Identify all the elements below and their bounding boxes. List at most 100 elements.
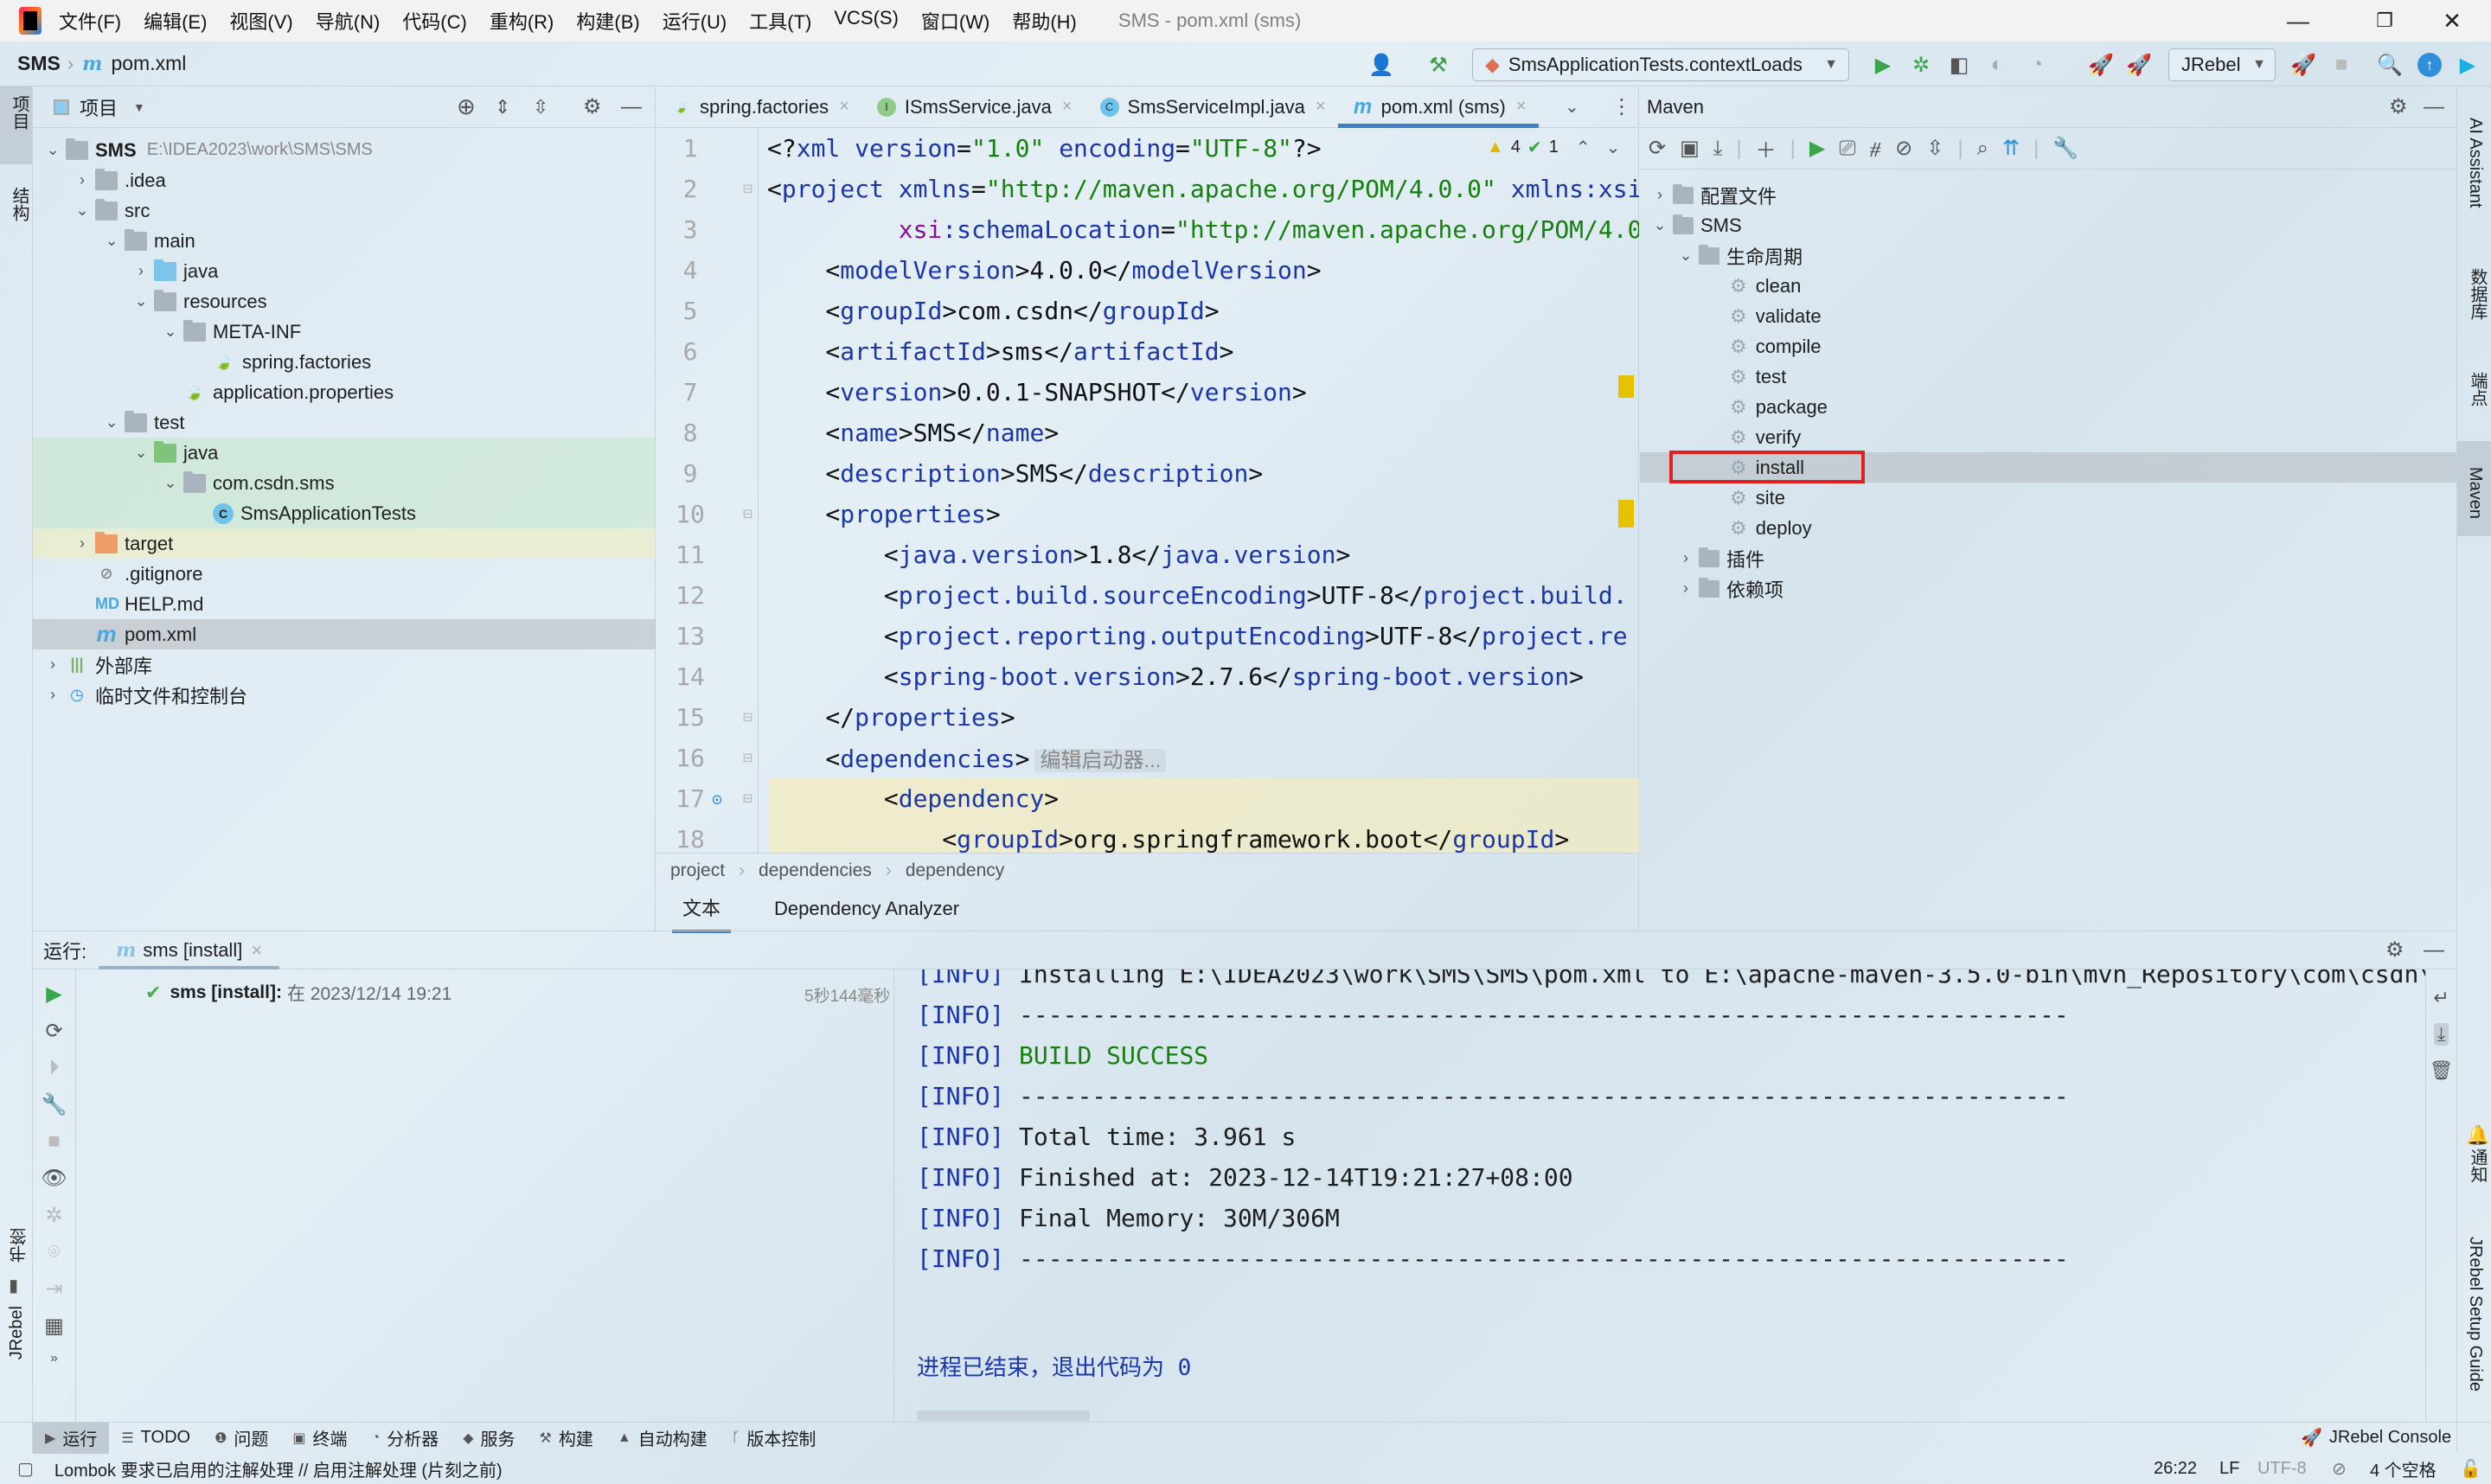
user-icon[interactable]: 👤 [1367, 50, 1396, 80]
maven-tree-item[interactable]: ⚙ package [1640, 392, 2456, 422]
more-icon[interactable]: » [50, 1351, 58, 1366]
close-button[interactable]: ✕ [2413, 0, 2491, 42]
hide-icon[interactable]: — [2424, 95, 2444, 119]
menu-item[interactable]: 帮助(H) [1012, 7, 1077, 35]
caret-position[interactable]: 26:22 [2154, 1459, 2197, 1479]
project-view-selector[interactable]: 项目 [80, 93, 118, 121]
tree-item[interactable]: MD HELP.md [33, 589, 656, 619]
run-maven-icon[interactable]: ▶ [1809, 136, 1825, 161]
locate-icon[interactable]: ⊕ [457, 93, 476, 120]
menu-item[interactable]: 代码(C) [402, 7, 467, 35]
fold-marker-icon[interactable]: ⊟ [743, 505, 752, 523]
maven-tree-item[interactable]: ⚙ test [1640, 361, 2456, 392]
menu-item[interactable]: 重构(R) [490, 7, 554, 35]
menu-item[interactable]: 构建(B) [576, 7, 639, 35]
menu-item[interactable]: 导航(N) [316, 7, 381, 35]
chevron-down-icon[interactable]: ▼ [133, 100, 145, 114]
assistant-logo-icon[interactable]: ▶ [2453, 50, 2482, 80]
maven-tool-tab[interactable]: Maven [2457, 441, 2491, 536]
tree-item[interactable]: ⌄ com.csdn.sms [33, 468, 656, 498]
tabs-dropdown-icon[interactable]: ⌄ [1565, 96, 1579, 118]
toggle-offline-icon[interactable]: ⧣ [1870, 137, 1882, 161]
tree-item[interactable]: › ◷ 临时文件和控制台 [33, 680, 656, 710]
collapse-all-icon[interactable]: ⇳ [533, 96, 548, 118]
tree-item[interactable]: C SmsApplicationTests [33, 498, 656, 528]
chevron-down-icon[interactable]: ⌄ [163, 474, 178, 492]
menu-item[interactable]: 视图(V) [229, 7, 292, 35]
editor-tab[interactable]: m pom.xml (sms) × [1337, 86, 1539, 128]
tool-window-button[interactable]: ᚴ 版本控制 [720, 1423, 829, 1454]
toggle-tests-icon[interactable]: ⏵ [49, 1056, 60, 1080]
close-tab-icon[interactable]: × [1516, 97, 1527, 117]
lock-icon[interactable]: 🔓 [2460, 1458, 2481, 1480]
editor-tab[interactable]: C SmsServiceImpl.java × [1085, 86, 1338, 128]
tree-item[interactable]: › target [33, 528, 656, 559]
maven-tree-item[interactable]: ⚙ deploy [1640, 513, 2456, 543]
tool-window-button[interactable]: ◔ 分析器 [360, 1423, 451, 1454]
chevron-right-icon[interactable]: › [45, 686, 61, 704]
profile-icon[interactable]: ◐ [1982, 50, 2012, 80]
close-tab-icon[interactable]: × [251, 939, 262, 962]
tool-window-button[interactable]: ▶ 运行 [33, 1422, 110, 1454]
tool-window-button[interactable]: ⚒ 构建 [528, 1423, 605, 1454]
maven-tree-item[interactable]: ⚙ clean [1640, 271, 2456, 301]
hide-icon[interactable]: — [621, 95, 642, 119]
fold-marker-icon[interactable]: ⊟ [743, 708, 752, 726]
fold-marker-icon[interactable]: ⊟ [743, 749, 752, 767]
tool-window-button[interactable]: ◆ 服务 [451, 1423, 527, 1454]
run-configuration-select[interactable]: ◆ SmsApplicationTests.contextLoads ▼ [1472, 48, 1849, 81]
tree-item[interactable]: m pom.xml [33, 619, 656, 649]
debug-icon[interactable]: ✲ [45, 1203, 62, 1228]
chevron-down-icon[interactable]: ⌄ [74, 201, 90, 220]
maven-tree-item[interactable]: ⌄ 生命周期 [1640, 240, 2456, 271]
maven-tree-item[interactable]: ⌄ SMS [1640, 210, 2456, 240]
jrebel-tool-tab[interactable]: JRebel [0, 1306, 32, 1418]
wrench-icon[interactable]: 🔧 [42, 1092, 67, 1117]
rerun-icon[interactable]: ▶ [46, 982, 61, 1007]
breadcrumb-item[interactable]: dependencies [759, 860, 872, 881]
chevron-right-icon[interactable]: › [74, 534, 90, 553]
ai-assistant-tool-tab[interactable]: AI Assistant [2457, 95, 2491, 233]
chevron-down-icon[interactable]: ⌄ [1678, 246, 1694, 265]
line-separator[interactable]: LF [2219, 1459, 2239, 1479]
menu-item[interactable]: 文件(F) [59, 7, 121, 35]
tool-window-button[interactable]: ❶ 问题 [202, 1423, 280, 1454]
editor-mode-tab[interactable]: Dependency Analyzer [764, 889, 970, 929]
inspection-widget[interactable]: ▲ 4 ✔ 1 ⌃ ⌄ [1487, 137, 1620, 158]
inspection-off-icon[interactable]: ⊘ [2332, 1458, 2347, 1480]
jrebel-console-button[interactable]: 🚀 JRebel Console [2301, 1427, 2451, 1449]
tree-item[interactable]: ⌄ src [33, 195, 656, 226]
skip-tests-icon[interactable]: ⊘ [1895, 136, 1912, 161]
next-highlight-icon[interactable]: ⌄ [1606, 137, 1621, 158]
minimize-button[interactable]: — [2259, 0, 2337, 42]
camera-icon[interactable]: ⌾ [48, 1240, 60, 1264]
chevron-down-icon[interactable]: ⌄ [133, 444, 149, 462]
generate-sources-icon[interactable]: ▣ [1680, 136, 1700, 161]
gear-icon[interactable]: ⚙ [2385, 937, 2405, 963]
menu-item[interactable]: VCS(S) [834, 7, 899, 35]
search-icon[interactable]: 🔍 [2375, 50, 2405, 80]
implemented-marker-icon[interactable]: ⊙ [712, 789, 722, 809]
jrebel-select[interactable]: JRebel ▼ [2168, 48, 2276, 81]
jrebel-debug-icon[interactable]: 🚀 [2124, 50, 2154, 80]
run-tab[interactable]: m sms [install] × [99, 931, 280, 969]
tree-item[interactable]: ⌄ SMS E:\IDEA2023\work\SMS\SMS [33, 135, 656, 165]
chevron-right-icon[interactable]: › [45, 656, 61, 674]
soft-wrap-icon[interactable]: ↵ [2433, 987, 2449, 1009]
structure-tool-tab[interactable]: 结构 [0, 183, 32, 253]
chevron-down-icon[interactable]: ⌄ [1652, 216, 1668, 234]
gear-icon[interactable]: ⚙ [583, 94, 602, 119]
status-message-icon[interactable]: ▢ [17, 1458, 34, 1480]
file-encoding[interactable]: UTF-8 [2257, 1459, 2307, 1479]
jrebel-setup-guide-tab[interactable]: JRebel Setup Guide [2457, 1211, 2491, 1410]
maven-tree-item[interactable]: ⚙ site [1640, 483, 2456, 513]
coverage-icon[interactable]: ◧ [1944, 50, 1974, 80]
chevron-right-icon[interactable]: › [1652, 186, 1668, 204]
more-icon[interactable]: ⋮ [1611, 94, 1632, 119]
close-tab-icon[interactable]: × [839, 97, 849, 117]
tree-item[interactable]: › ||| 外部库 [33, 649, 656, 680]
add-icon[interactable]: ＋ [1756, 133, 1777, 163]
inlay-hint[interactable]: 编辑启动器... [1034, 749, 1167, 772]
tree-item[interactable]: › .idea [33, 165, 656, 195]
status-message[interactable]: Lombok 要求已启用的注解处理 // 启用注解处理 (片刻之前) [54, 1456, 503, 1481]
